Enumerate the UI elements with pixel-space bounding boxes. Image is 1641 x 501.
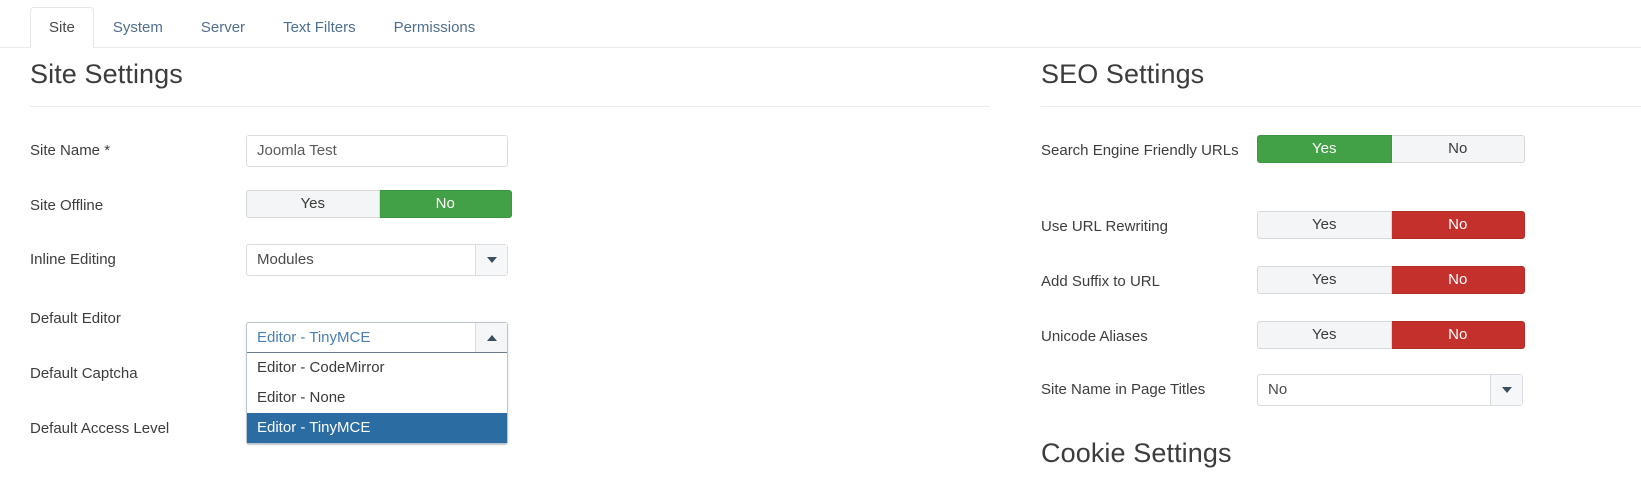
- tab-system[interactable]: System: [94, 7, 182, 48]
- sef-urls-toggle: Yes No: [1257, 134, 1525, 163]
- default-editor-option-tinymce[interactable]: Editor - TinyMCE: [247, 413, 507, 443]
- add-suffix-yes-option[interactable]: Yes: [1257, 265, 1392, 294]
- tab-site[interactable]: Site: [30, 7, 94, 48]
- url-rewriting-toggle: Yes No: [1257, 210, 1525, 239]
- row-inline-editing: Inline Editing Modules: [30, 243, 990, 276]
- default-editor-combobox-head[interactable]: Editor - TinyMCE: [247, 323, 507, 353]
- sef-urls-yes-option[interactable]: Yes: [1257, 134, 1392, 163]
- add-suffix-toggle: Yes No: [1257, 265, 1525, 294]
- row-default-captcha: Default Captcha: [30, 358, 990, 390]
- default-editor-option-list: Editor - CodeMirror Editor - None Editor…: [247, 353, 507, 443]
- site-offline-label: Site Offline: [30, 196, 104, 214]
- add-suffix-no-option[interactable]: No: [1391, 265, 1525, 294]
- default-access-level-label: Default Access Level: [30, 419, 170, 437]
- tab-permissions[interactable]: Permissions: [375, 7, 495, 48]
- row-default-editor: Default Editor: [30, 303, 990, 335]
- tab-text-filters[interactable]: Text Filters: [264, 7, 375, 48]
- row-site-name-in-page-titles: Site Name in Page Titles No: [1041, 373, 1641, 406]
- site-name-input[interactable]: Joomla Test: [246, 134, 508, 167]
- row-unicode-aliases: Unicode Aliases Yes No: [1041, 320, 1641, 349]
- url-rewriting-yes-option[interactable]: Yes: [1257, 210, 1392, 239]
- default-editor-selected-value: Editor - TinyMCE: [257, 329, 371, 346]
- inline-editing-label: Inline Editing: [30, 250, 116, 268]
- unicode-aliases-yes-option[interactable]: Yes: [1257, 320, 1392, 349]
- row-default-access-level: Default Access Level Public: [30, 412, 990, 445]
- chevron-up-icon[interactable]: [475, 323, 507, 352]
- default-editor-combobox-open[interactable]: Editor - TinyMCE Editor - CodeMirror Edi…: [246, 322, 508, 444]
- inline-editing-value: Modules: [257, 250, 314, 268]
- site-offline-no-option[interactable]: No: [379, 189, 512, 218]
- url-rewriting-label: Use URL Rewriting: [1041, 217, 1168, 235]
- unicode-aliases-no-option[interactable]: No: [1391, 320, 1525, 349]
- seo-settings-column: SEO Settings Search Engine Friendly URLs…: [1041, 59, 1641, 468]
- chevron-down-icon: [475, 244, 507, 275]
- joomla-global-configuration-page: Site System Server Text Filters Permissi…: [0, 0, 1641, 501]
- default-editor-label: Default Editor: [30, 309, 121, 327]
- site-offline-toggle: Yes No: [246, 189, 512, 218]
- row-site-name: Site Name * Joomla Test: [30, 134, 990, 167]
- row-add-suffix: Add Suffix to URL Yes No: [1041, 265, 1641, 294]
- row-sef-urls: Search Engine Friendly URLs Yes No: [1041, 134, 1641, 163]
- tab-server[interactable]: Server: [182, 7, 264, 48]
- cookie-settings-heading: Cookie Settings: [1041, 437, 1232, 468]
- site-name-in-page-titles-label: Site Name in Page Titles: [1041, 380, 1206, 398]
- sef-urls-no-option[interactable]: No: [1391, 134, 1525, 163]
- sef-urls-label: Search Engine Friendly URLs: [1041, 141, 1239, 159]
- unicode-aliases-label: Unicode Aliases: [1041, 327, 1148, 345]
- add-suffix-label: Add Suffix to URL: [1041, 272, 1160, 290]
- seo-settings-heading: SEO Settings: [1041, 59, 1641, 107]
- default-editor-option-codemirror[interactable]: Editor - CodeMirror: [247, 353, 507, 383]
- site-settings-column: Site Settings Site Name * Joomla Test Si…: [30, 59, 990, 445]
- site-settings-heading: Site Settings: [30, 59, 990, 107]
- site-name-label: Site Name *: [30, 141, 111, 159]
- row-site-offline: Site Offline Yes No: [30, 189, 990, 218]
- default-editor-option-none[interactable]: Editor - None: [247, 383, 507, 413]
- site-offline-yes-option[interactable]: Yes: [246, 189, 380, 218]
- settings-tab-bar: Site System Server Text Filters Permissi…: [0, 0, 1641, 48]
- default-captcha-label: Default Captcha: [30, 364, 138, 382]
- unicode-aliases-toggle: Yes No: [1257, 320, 1525, 349]
- site-name-in-page-titles-value: No: [1268, 380, 1288, 398]
- inline-editing-select[interactable]: Modules: [246, 243, 508, 276]
- chevron-down-icon: [1490, 374, 1522, 405]
- site-name-in-page-titles-select[interactable]: No: [1257, 373, 1523, 406]
- url-rewriting-no-option[interactable]: No: [1391, 210, 1525, 239]
- row-url-rewriting: Use URL Rewriting Yes No: [1041, 210, 1641, 239]
